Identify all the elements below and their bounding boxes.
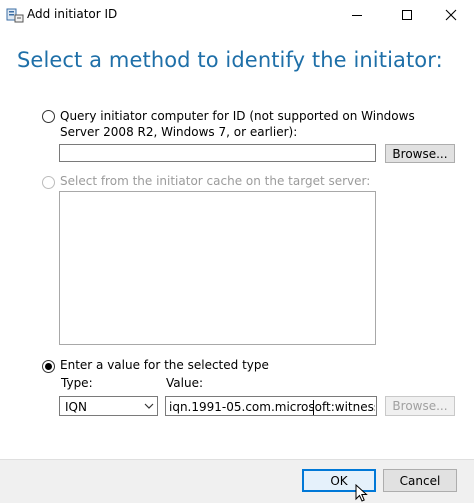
enter-value-label: Enter a value for the selected type	[60, 358, 269, 372]
value-label: Value:	[166, 376, 203, 390]
minimize-icon	[352, 15, 362, 16]
text-caret	[313, 400, 314, 415]
computer-name-input[interactable]	[59, 144, 376, 162]
type-label: Type:	[61, 376, 93, 390]
value-input[interactable]: iqn.1991-05.com.microsoft:witness1.infor	[165, 396, 377, 416]
maximize-button[interactable]	[384, 0, 430, 30]
close-icon	[445, 9, 457, 21]
initiator-cache-radio[interactable]	[42, 176, 55, 189]
query-initiator-label-line2: Server 2008 R2, Windows 7, or earlier):	[60, 125, 298, 139]
type-select-value: IQN	[65, 400, 87, 414]
query-initiator-label-line1: Query initiator computer for ID (not sup…	[60, 109, 415, 123]
initiator-cache-list[interactable]	[59, 191, 376, 345]
ok-label: OK	[330, 473, 348, 488]
query-initiator-radio[interactable]	[42, 110, 55, 123]
iscsi-app-icon	[6, 8, 24, 23]
query-browse-label: Browse...	[392, 146, 448, 161]
initiator-cache-label: Select from the initiator cache on the t…	[60, 174, 371, 188]
chevron-down-icon	[144, 403, 154, 409]
query-browse-button[interactable]: Browse...	[385, 144, 455, 163]
maximize-icon	[402, 10, 412, 20]
value-browse-label: Browse...	[392, 399, 448, 413]
cancel-label: Cancel	[399, 473, 441, 488]
window-title: Add initiator ID	[27, 7, 118, 21]
minimize-button[interactable]	[334, 0, 380, 30]
dialog-heading: Select a method to identify the initiato…	[17, 48, 443, 72]
value-input-text: iqn.1991-05.com.microsoft:witness1.infor	[169, 400, 375, 414]
title-bar: Add initiator ID	[0, 0, 474, 30]
mouse-pointer-icon	[355, 484, 368, 502]
type-select[interactable]: IQN	[59, 396, 158, 416]
value-browse-button[interactable]: Browse...	[385, 396, 455, 416]
cancel-button[interactable]: Cancel	[383, 469, 457, 492]
enter-value-radio[interactable]	[42, 360, 55, 373]
close-button[interactable]	[428, 0, 474, 30]
